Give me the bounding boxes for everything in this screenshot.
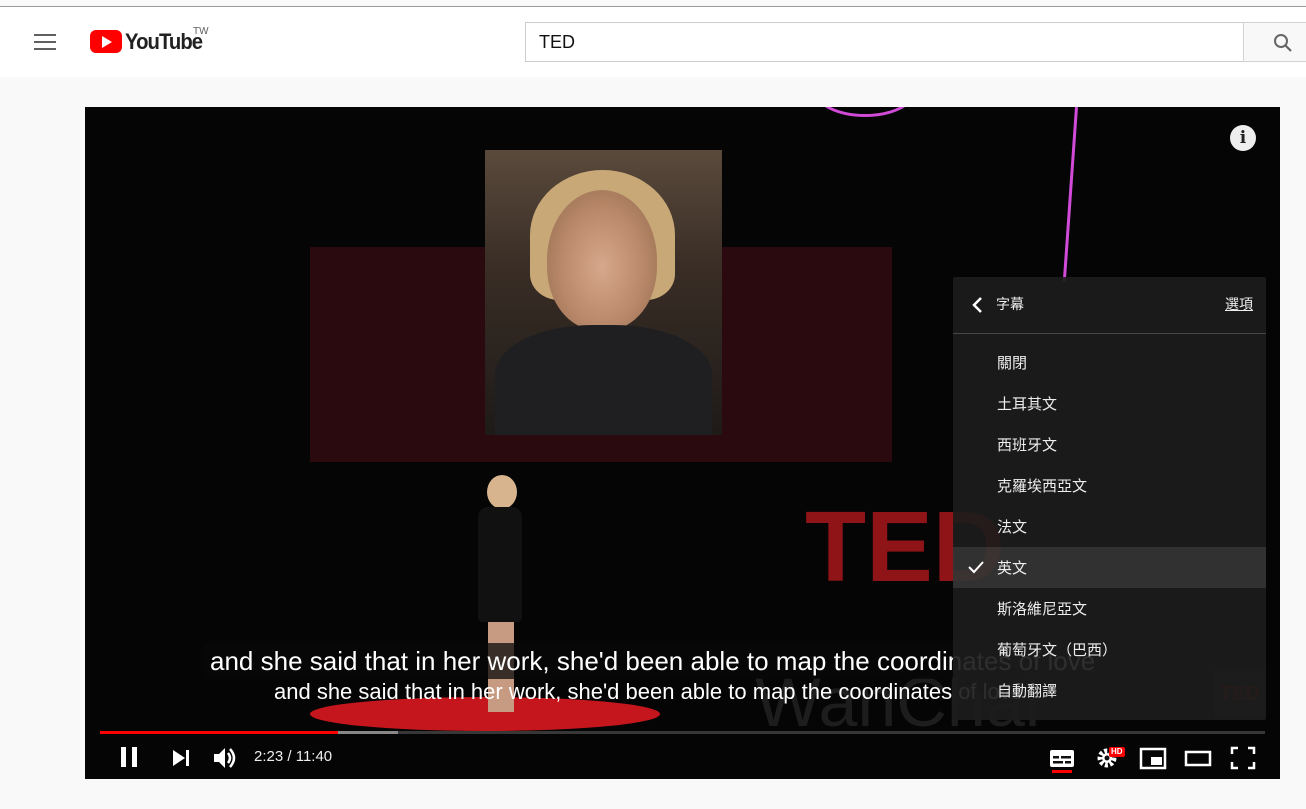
subtitle-option[interactable]: 土耳其文 <box>953 383 1266 424</box>
fullscreen-icon <box>1230 746 1256 770</box>
hd-badge: HD <box>1109 747 1125 757</box>
time-total: 11:40 <box>295 748 333 765</box>
subtitles-menu-header: 字幕 選項 <box>953 277 1266 334</box>
miniplayer-button[interactable] <box>1138 743 1168 773</box>
subtitle-option-label: 法文 <box>997 518 1028 536</box>
next-icon <box>173 750 189 766</box>
subtitle-option[interactable]: 克羅埃西亞文 <box>953 465 1266 506</box>
subtitle-option[interactable]: 關閉 <box>953 342 1266 383</box>
info-icon[interactable]: i <box>1230 125 1256 151</box>
fullscreen-button[interactable] <box>1228 743 1258 773</box>
pause-button[interactable] <box>118 743 142 773</box>
caption-line-2: and she said that in her work, she'd bee… <box>274 679 1024 704</box>
subtitles-menu: 字幕 選項 關閉土耳其文西班牙文克羅埃西亞文 法文英文斯洛維尼亞文葡萄牙文（巴西）… <box>953 277 1266 720</box>
search-button[interactable] <box>1243 22 1306 62</box>
progress-bar[interactable] <box>100 731 1265 734</box>
subtitle-option[interactable]: 西班牙文 <box>953 424 1266 465</box>
hamburger-icon[interactable] <box>34 34 56 50</box>
miniplayer-icon <box>1139 747 1167 770</box>
subtitles-options-link[interactable]: 選項 <box>1225 296 1253 314</box>
subtitle-option[interactable]: 英文 <box>953 547 1266 588</box>
theater-mode-button[interactable] <box>1183 743 1213 773</box>
logo-text: YouTube <box>125 29 203 54</box>
time-current: 2:23 <box>254 748 284 765</box>
subtitle-option-label: 克羅埃西亞文 <box>997 477 1088 495</box>
volume-button[interactable] <box>211 743 241 773</box>
theater-icon <box>1184 750 1212 767</box>
masthead: YouTube TW <box>0 7 1306 77</box>
progress-played <box>100 731 338 734</box>
subtitle-option-label: 自動翻譯 <box>997 682 1058 700</box>
volume-icon <box>214 748 236 768</box>
subtitle-option[interactable]: 葡萄牙文（巴西） <box>953 629 1266 670</box>
projected-photo <box>485 150 722 435</box>
stage-light <box>815 107 915 117</box>
subtitle-option-label: 英文 <box>997 559 1028 577</box>
subtitle-option-label: 土耳其文 <box>997 395 1058 413</box>
subtitle-option-label: 關閉 <box>997 354 1028 372</box>
youtube-play-logo-icon <box>90 30 122 53</box>
next-button[interactable] <box>170 743 194 773</box>
stage-light-line <box>1062 107 1078 282</box>
speaker-head <box>487 475 517 509</box>
subtitle-option[interactable]: 自動翻譯 <box>953 670 1266 711</box>
subtitle-option-label: 葡萄牙文（巴西） <box>997 641 1118 659</box>
chevron-left-icon[interactable] <box>971 296 985 314</box>
subtitles-button[interactable] <box>1047 743 1077 773</box>
search-box <box>525 22 1245 62</box>
subtitle-option-label: 西班牙文 <box>997 436 1058 454</box>
search-icon <box>1274 34 1292 52</box>
subtitles-menu-title[interactable]: 字幕 <box>996 296 1024 314</box>
video-player[interactable]: TED WanChai TED i and she said that in h… <box>85 107 1280 779</box>
speaker-body <box>478 507 522 622</box>
logo-country-code: TW <box>193 26 209 37</box>
time-display: 2:23 / 11:40 <box>254 746 332 768</box>
subtitles-active-indicator <box>1052 770 1072 773</box>
subtitle-option-label: 斯洛維尼亞文 <box>997 600 1088 618</box>
check-icon <box>968 561 984 574</box>
subtitle-option[interactable]: 斯洛維尼亞文 <box>953 588 1266 629</box>
subtitles-icon <box>1050 750 1074 767</box>
time-separator: / <box>283 748 296 765</box>
search-input[interactable] <box>527 24 1227 60</box>
subtitle-option[interactable]: 法文 <box>953 506 1266 547</box>
